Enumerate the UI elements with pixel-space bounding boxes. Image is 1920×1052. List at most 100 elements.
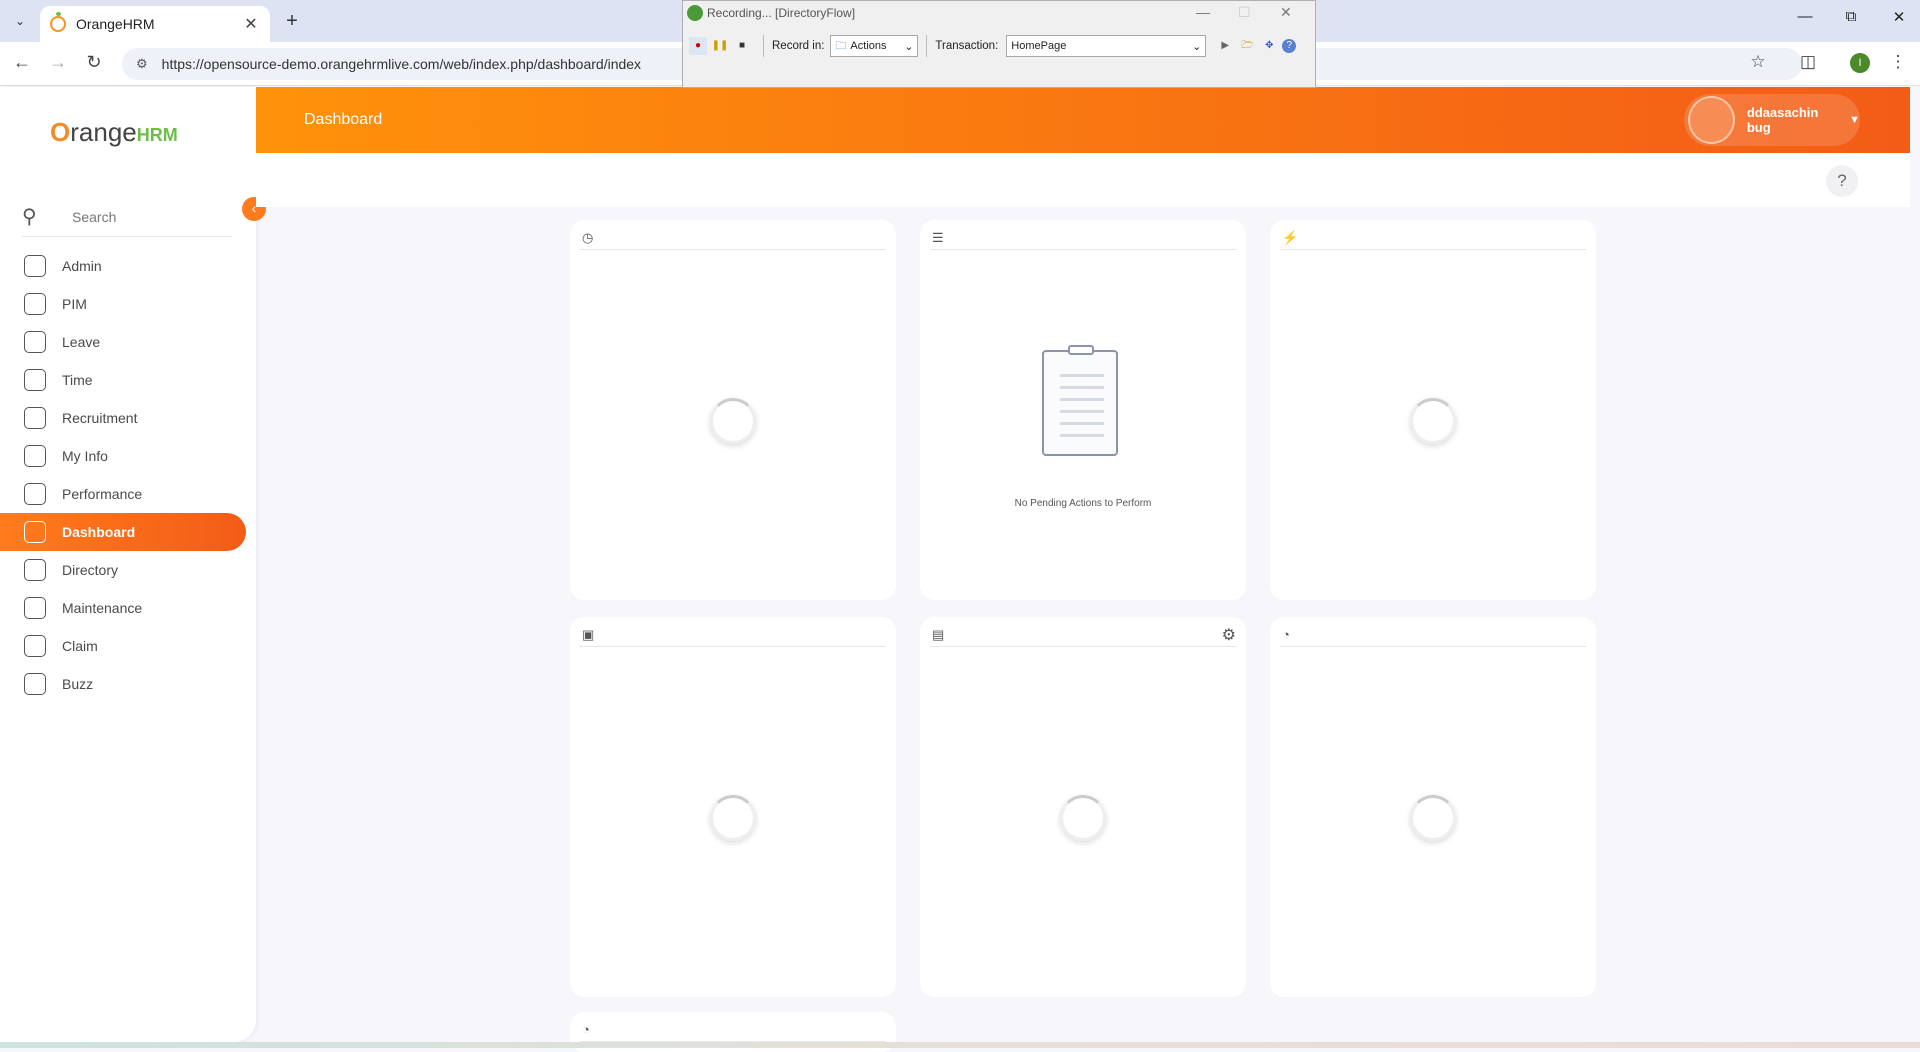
sidebar-item-recruitment[interactable]: Recruitment xyxy=(0,399,256,437)
extensions-icon[interactable]: ◫ xyxy=(1796,52,1820,72)
transaction-label: Transaction: xyxy=(935,40,999,52)
recruitment-icon xyxy=(24,407,46,429)
user-dropdown[interactable]: ddaasachin bug ▼ xyxy=(1684,94,1860,146)
more-menu-icon[interactable]: ⋮ xyxy=(1886,52,1910,72)
recorder-title: Recording... [DirectoryFlow] xyxy=(707,6,856,20)
loading-spinner xyxy=(710,795,756,841)
chevron-down-icon: ⌄ xyxy=(904,40,914,53)
no-pending-actions-text: No Pending Actions to Perform xyxy=(1014,498,1152,509)
performance-icon xyxy=(24,483,46,505)
lightning-icon: ⚡ xyxy=(1282,230,1299,245)
tab-close-icon[interactable]: ✕ xyxy=(242,14,260,34)
sidebar-item-time[interactable]: Time xyxy=(0,361,256,399)
leave-icon xyxy=(24,331,46,353)
orangehrm-favicon-icon xyxy=(50,12,66,32)
sidebar-item-label: Dashboard xyxy=(62,524,136,540)
site-info-icon[interactable]: ⚙ xyxy=(136,56,148,72)
recorder-window: Recording... [DirectoryFlow] — ☐ ✕ ● ❚❚ … xyxy=(682,0,1316,88)
directory-icon xyxy=(24,559,46,581)
list-icon: ☰ xyxy=(932,230,944,245)
help-icon[interactable]: ? xyxy=(1282,39,1297,53)
sidebar-item-dashboard[interactable]: Dashboard xyxy=(0,513,246,551)
widget-distribution-subunit: ◔ xyxy=(1270,617,1596,997)
window-close-icon[interactable]: ✕ xyxy=(1884,8,1914,26)
orangehrm-logo[interactable]: OrangeHRM xyxy=(50,117,178,148)
stop-icon[interactable]: ■ xyxy=(733,37,751,55)
browser-tab[interactable]: OrangeHRM ✕ xyxy=(40,6,270,42)
sidebar-item-buzz[interactable]: Buzz xyxy=(0,665,256,703)
sidebar-item-label: Claim xyxy=(62,638,98,654)
recorder-minimize-icon[interactable]: — xyxy=(1196,4,1210,20)
sidebar-item-admin[interactable]: Admin xyxy=(0,247,256,285)
sidebar-item-performance[interactable]: Performance xyxy=(0,475,256,513)
pie-chart-icon: ◔ xyxy=(1282,627,1290,642)
crosshair-icon[interactable]: ✥ xyxy=(1260,37,1278,55)
sidebar-item-label: My Info xyxy=(62,448,108,464)
home-icon xyxy=(24,521,46,543)
maintenance-icon xyxy=(24,597,46,619)
sidebar-search[interactable]: ⚲ Search xyxy=(22,197,232,237)
record-in-label: Record in: xyxy=(772,40,825,52)
taskbar-strip xyxy=(0,1042,1920,1048)
sidebar-item-my-info[interactable]: My Info xyxy=(0,437,256,475)
bookmark-star-icon[interactable]: ☆ xyxy=(1746,52,1770,72)
widget-my-actions: ☰ No Pending Actions to Perform xyxy=(920,220,1246,600)
open-folder-icon[interactable]: 🗁 xyxy=(1238,37,1256,55)
sidebar-item-leave[interactable]: Leave xyxy=(0,323,256,361)
recorder-close-icon[interactable]: ✕ xyxy=(1280,4,1292,21)
recorder-maximize-icon: ☐ xyxy=(1238,4,1251,20)
sidebar-item-label: Maintenance xyxy=(62,600,143,616)
my-info-icon xyxy=(24,445,46,467)
clock-icon: ◷ xyxy=(582,230,594,245)
arrow-right-icon[interactable]: ▶ xyxy=(1216,37,1234,55)
tab-list-chevron-icon[interactable]: ⌄ xyxy=(8,10,32,32)
claim-icon xyxy=(24,635,46,657)
record-icon[interactable]: ● xyxy=(689,37,707,55)
minimize-icon[interactable]: — xyxy=(1790,8,1820,25)
sidebar-item-label: Time xyxy=(62,372,93,388)
transaction-select[interactable]: HomePage ⌄ xyxy=(1006,35,1207,57)
profile-avatar[interactable]: I xyxy=(1850,53,1870,73)
search-icon: ⚲ xyxy=(22,206,37,228)
restore-icon[interactable]: ⧉ xyxy=(1836,8,1866,25)
main-menu: Admin PIM Leave Time Recruitment My Info Perfo… xyxy=(0,247,256,703)
admin-icon xyxy=(24,255,46,277)
help-button[interactable]: ? xyxy=(1826,165,1858,197)
sidebar-item-label: Admin xyxy=(62,258,102,274)
sidebar: OrangeHRM ⚲ Search Admin PIM Leave Time Recr… xyxy=(0,87,256,1042)
sub-header: ? xyxy=(256,153,1910,207)
forward-icon[interactable]: → xyxy=(46,52,70,73)
recorder-toolbar: ● ❚❚ ■ Record in: 🗀 Actions ⌄ Transactio… xyxy=(689,33,1309,59)
widget-quick-launch: ⚡ xyxy=(1270,220,1596,600)
widget-time-at-work: ◷ xyxy=(570,220,896,600)
avatar[interactable] xyxy=(1688,96,1735,144)
time-icon xyxy=(24,369,46,391)
new-tab-icon[interactable]: + xyxy=(280,10,304,33)
camera-icon: ▣ xyxy=(582,627,595,642)
folder-icon: 🗀 xyxy=(835,39,847,52)
sidebar-item-label: Directory xyxy=(62,562,119,578)
gear-icon[interactable]: ⚙ xyxy=(1222,625,1236,645)
caret-down-icon: ▼ xyxy=(1849,114,1860,126)
sidebar-item-maintenance[interactable]: Maintenance xyxy=(0,589,256,627)
search-input[interactable]: Search xyxy=(56,209,116,225)
back-icon[interactable]: ← xyxy=(10,52,34,73)
pause-icon[interactable]: ❚❚ xyxy=(711,37,729,55)
pim-icon xyxy=(24,293,46,315)
orangehrm-app: OrangeHRM ⚲ Search Admin PIM Leave Time Recr… xyxy=(0,87,1920,1052)
sidebar-item-label: Buzz xyxy=(62,676,94,692)
sidebar-item-label: Recruitment xyxy=(62,410,138,426)
loading-spinner xyxy=(1410,398,1456,444)
leave-door-icon: ▤ xyxy=(932,627,945,642)
widget-buzz-posts: ▣ xyxy=(570,617,896,997)
tab-title: OrangeHRM xyxy=(76,16,155,32)
reload-icon[interactable]: ↻ xyxy=(82,52,106,73)
sidebar-item-pim[interactable]: PIM xyxy=(0,285,256,323)
page-title: Dashboard xyxy=(304,111,383,128)
sidebar-item-label: Leave xyxy=(62,334,101,350)
sidebar-item-directory[interactable]: Directory xyxy=(0,551,256,589)
empty-clipboard-illustration xyxy=(1042,345,1118,456)
chevron-down-icon: ⌄ xyxy=(1192,40,1202,53)
sidebar-item-claim[interactable]: Claim xyxy=(0,627,256,665)
record-in-select[interactable]: 🗀 Actions ⌄ xyxy=(830,35,919,57)
